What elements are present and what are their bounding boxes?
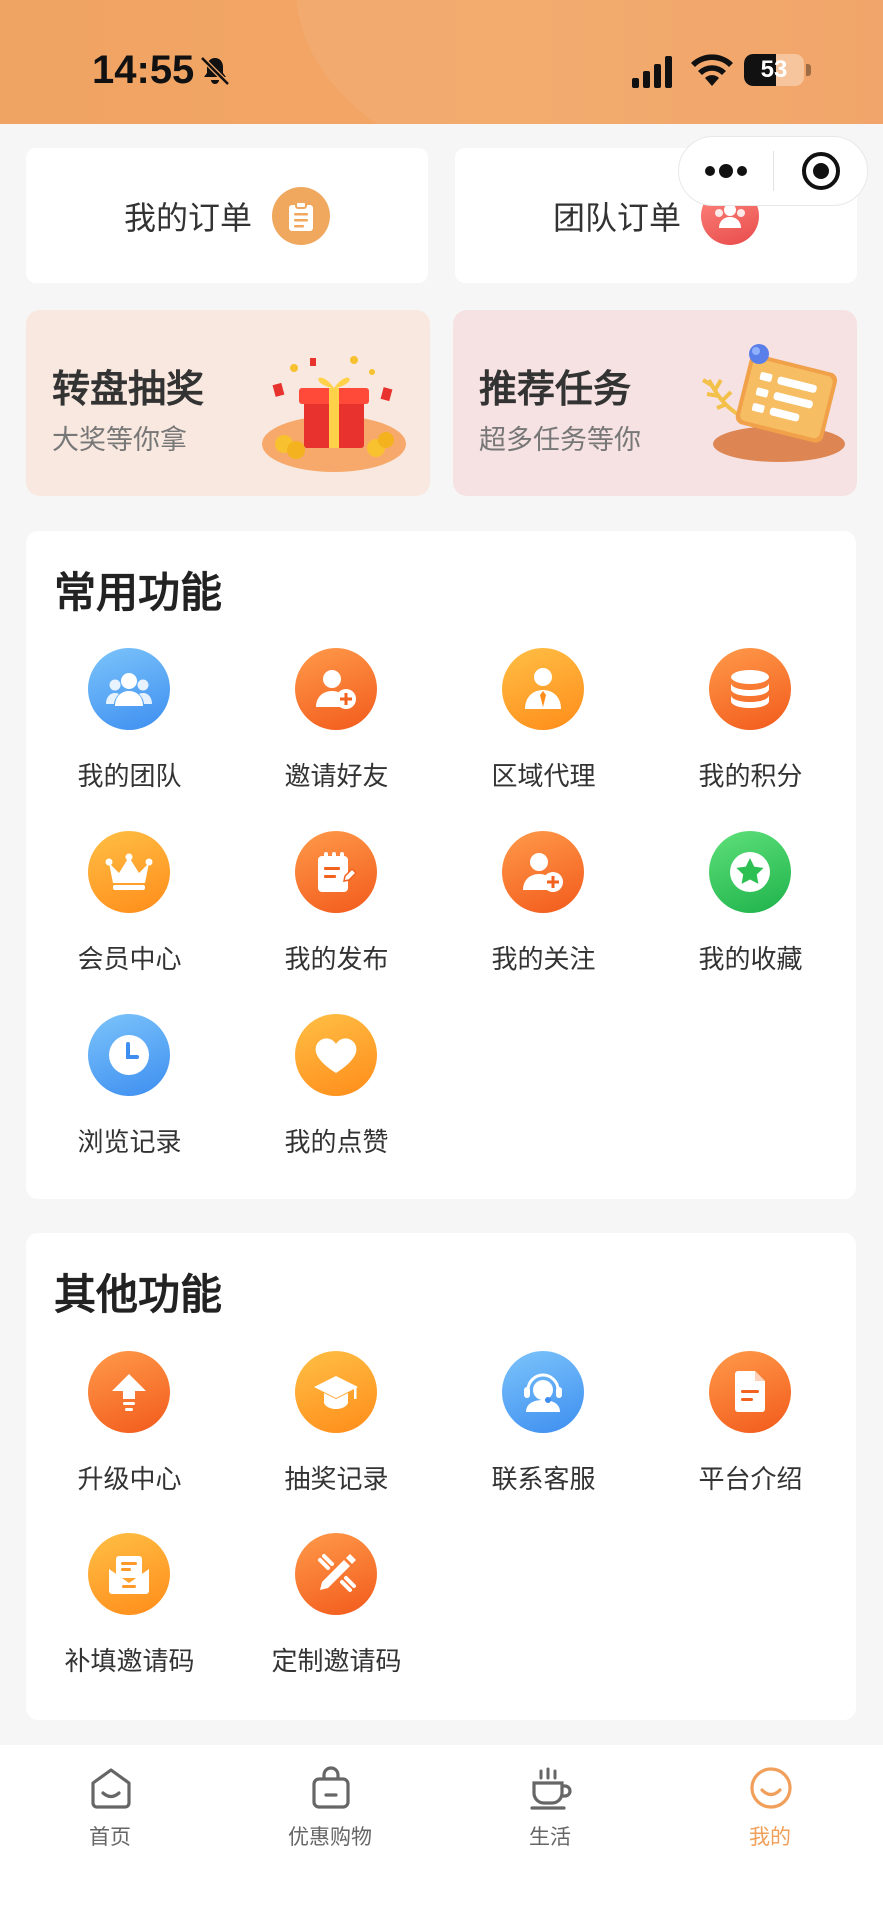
team-icon — [88, 648, 170, 730]
bell-muted-icon — [200, 56, 230, 86]
document-icon — [709, 1351, 791, 1433]
my-favorites-item[interactable]: 我的收藏 — [647, 831, 854, 991]
tab-label: 生活 — [529, 1825, 571, 1849]
common-functions-section: 常用功能 我的团队 邀请好友 区域代理 我的积分 会员中心 我的发布 我的关注 … — [26, 531, 856, 1199]
tasks-subtitle: 超多任务等你 — [479, 425, 641, 456]
graduation-cap-icon — [295, 1351, 377, 1433]
wifi-icon — [691, 54, 733, 86]
item-label: 抽奖记录 — [284, 1465, 389, 1495]
item-label: 定制邀请码 — [271, 1647, 402, 1677]
browse-history-item[interactable]: 浏览记录 — [26, 1014, 233, 1174]
custom-invite-code-item[interactable]: 定制邀请码 — [233, 1533, 440, 1693]
tab-label: 首页 — [89, 1825, 131, 1849]
my-orders-label: 我的订单 — [123, 198, 252, 237]
gift-box-icon — [262, 356, 406, 472]
clock-icon — [88, 1014, 170, 1096]
item-label: 区域代理 — [491, 762, 596, 792]
bottom-tab-bar: 首页 优惠购物 生活 我的 — [0, 1745, 883, 1919]
crown-icon — [88, 831, 170, 913]
my-follows-item[interactable]: 我的关注 — [440, 831, 647, 991]
invite-friends-item[interactable]: 邀请好友 — [233, 648, 440, 808]
coffee-cup-icon — [530, 1767, 572, 1810]
status-time: 14:55 — [92, 48, 195, 92]
platform-intro-item[interactable]: 平台介绍 — [647, 1351, 854, 1511]
lottery-promo-card[interactable]: 转盘抽奖 大奖等你拿 — [26, 310, 430, 496]
tasks-title: 推荐任务 — [479, 367, 632, 411]
my-likes-item[interactable]: 我的点赞 — [233, 1014, 440, 1174]
lottery-title: 转盘抽奖 — [52, 367, 205, 411]
edit-icon — [295, 1533, 377, 1615]
tab-life[interactable]: 生活 — [440, 1757, 660, 1867]
clipboard-icon — [272, 186, 330, 245]
battery-percent: 53 — [760, 56, 788, 83]
other-functions-section: 其他功能 升级中心 抽奖记录 联系客服 平台介绍 补填邀请码 定制邀请码 — [26, 1233, 856, 1720]
battery-indicator: 53 — [744, 54, 804, 86]
item-label: 补填邀请码 — [64, 1647, 195, 1677]
my-posts-item[interactable]: 我的发布 — [233, 831, 440, 991]
upgrade-icon — [88, 1351, 170, 1433]
customer-service-icon — [502, 1351, 584, 1433]
agent-icon — [502, 648, 584, 730]
item-label: 我的团队 — [77, 762, 182, 792]
item-label: 我的点赞 — [284, 1128, 389, 1158]
task-board-icon — [701, 344, 845, 462]
more-dots-icon — [705, 164, 747, 178]
points-icon — [709, 648, 791, 730]
home-icon — [91, 1768, 131, 1809]
tab-label: 我的 — [749, 1825, 791, 1849]
contact-support-item[interactable]: 联系客服 — [440, 1351, 647, 1511]
heart-icon — [295, 1014, 377, 1096]
item-label: 我的积分 — [698, 762, 803, 792]
other-functions-title: 其他功能 — [54, 1270, 223, 1319]
my-orders-card[interactable]: 我的订单 — [26, 148, 428, 283]
upgrade-center-item[interactable]: 升级中心 — [26, 1351, 233, 1511]
status-bar: 14:55 53 — [0, 0, 883, 124]
target-close-icon — [801, 152, 840, 190]
tab-mine[interactable]: 我的 — [660, 1757, 880, 1867]
tab-shopping[interactable]: 优惠购物 — [220, 1757, 440, 1867]
item-label: 我的发布 — [284, 945, 389, 975]
shopping-bag-icon — [312, 1766, 350, 1809]
my-points-item[interactable]: 我的积分 — [647, 648, 854, 808]
common-functions-title: 常用功能 — [54, 568, 223, 617]
close-miniprogram-button[interactable] — [774, 137, 867, 205]
publish-icon — [295, 831, 377, 913]
invite-friend-icon — [295, 648, 377, 730]
member-center-item[interactable]: 会员中心 — [26, 831, 233, 991]
tab-home[interactable]: 首页 — [0, 1757, 220, 1867]
item-label: 我的关注 — [491, 945, 596, 975]
item-label: 我的收藏 — [698, 945, 803, 975]
regional-agent-item[interactable]: 区域代理 — [440, 648, 647, 808]
mail-icon — [88, 1533, 170, 1615]
item-label: 平台介绍 — [698, 1465, 803, 1495]
tab-label: 优惠购物 — [288, 1825, 372, 1849]
my-team-item[interactable]: 我的团队 — [26, 648, 233, 808]
item-label: 联系客服 — [491, 1465, 596, 1495]
tasks-promo-card[interactable]: 推荐任务 超多任务等你 — [453, 310, 857, 496]
item-label: 会员中心 — [77, 945, 182, 975]
cellular-signal-icon — [632, 56, 672, 88]
team-orders-label: 团队订单 — [552, 198, 681, 237]
lottery-records-item[interactable]: 抽奖记录 — [233, 1351, 440, 1511]
battery-tip — [806, 64, 811, 76]
follow-icon — [502, 831, 584, 913]
item-label: 浏览记录 — [77, 1128, 182, 1158]
item-label: 邀请好友 — [284, 762, 389, 792]
star-icon — [709, 831, 791, 913]
smile-icon — [750, 1767, 792, 1809]
fill-invite-code-item[interactable]: 补填邀请码 — [26, 1533, 233, 1693]
lottery-subtitle: 大奖等你拿 — [52, 425, 187, 456]
miniprogram-capsule — [678, 136, 868, 206]
item-label: 升级中心 — [77, 1465, 182, 1495]
more-options-button[interactable] — [679, 137, 773, 205]
